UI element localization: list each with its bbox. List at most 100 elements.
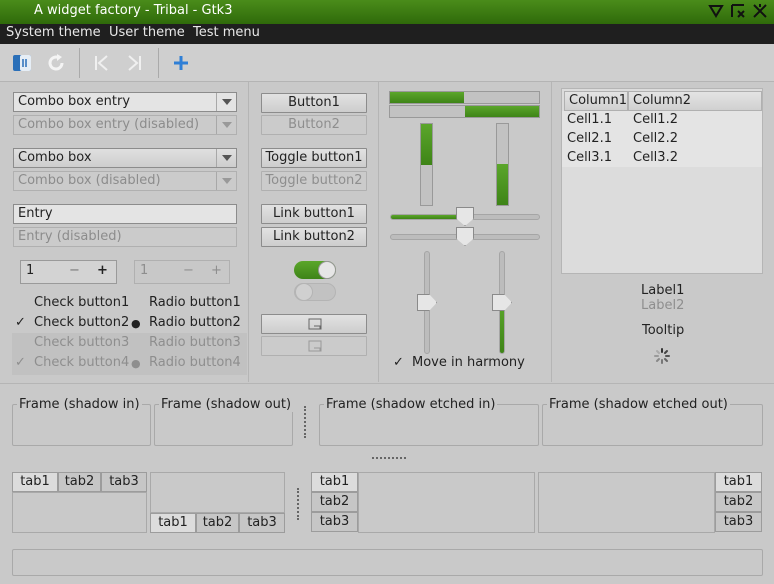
link-button-2[interactable]: Link button2 <box>261 227 367 247</box>
minimize-icon[interactable] <box>708 3 724 19</box>
entry-disabled-text: Entry (disabled) <box>18 229 122 244</box>
notebook1-tab1[interactable]: tab1 <box>12 472 58 492</box>
notebook2-tab3[interactable]: tab3 <box>239 513 285 533</box>
progress-bar-horizontal-2 <box>389 105 540 118</box>
spin-plus-button[interactable]: + <box>97 263 108 278</box>
toolbar-separator <box>158 48 159 78</box>
add-icon[interactable] <box>168 50 194 76</box>
menu-system-theme[interactable]: System theme <box>6 25 101 40</box>
scale-handle[interactable] <box>456 227 474 246</box>
scale-handle[interactable] <box>456 207 474 226</box>
paned-handle-horizontal[interactable] <box>372 457 406 460</box>
notebook4-tab3[interactable]: tab3 <box>715 512 762 532</box>
radio-button-2[interactable]: Radio button2 <box>149 315 241 330</box>
combo-box-entry-disabled-text: Combo box entry (disabled) <box>18 117 200 132</box>
skip-forward-icon[interactable] <box>121 50 147 76</box>
notebook3-panel <box>358 472 535 533</box>
column-divider <box>378 82 379 382</box>
radio-button-3: Radio button3 <box>149 335 241 350</box>
maximize-icon[interactable] <box>730 3 746 19</box>
notebook3-tab2[interactable]: tab2 <box>311 492 358 512</box>
frame-label: Frame (shadow etched out) <box>547 397 730 412</box>
menu-test[interactable]: Test menu <box>193 25 260 40</box>
check-button-3: Check button3 <box>34 335 130 350</box>
file-chooser-button-disabled <box>261 336 367 356</box>
column-header-2[interactable]: Column2 <box>628 91 762 111</box>
progress-fill <box>465 106 539 117</box>
notebook4-tab1[interactable]: tab1 <box>715 472 762 492</box>
column-header-1[interactable]: Column1 <box>564 91 628 111</box>
frame-label: Frame (shadow etched in) <box>324 397 498 412</box>
table-cell[interactable]: Cell3.2 <box>633 150 678 165</box>
title-bar: A widget factory - Tribal - Gtk3 <box>0 0 774 24</box>
combo-box-entry[interactable]: Combo box entry <box>13 92 237 112</box>
column-divider <box>248 82 249 382</box>
progress-fill <box>421 124 432 165</box>
switch-on[interactable] <box>294 261 336 279</box>
table-cell[interactable]: Cell1.2 <box>633 112 678 127</box>
spin-button[interactable]: 1 − + <box>20 260 117 284</box>
progress-fill <box>497 164 508 205</box>
table-cell[interactable]: Cell3.1 <box>567 150 612 165</box>
section-divider <box>0 383 774 384</box>
check-button-1[interactable]: Check button1 <box>34 295 129 310</box>
notebook4-tab2[interactable]: tab2 <box>715 492 762 512</box>
notebook3-tab3[interactable]: tab3 <box>311 512 358 532</box>
close-icon[interactable] <box>752 3 768 19</box>
tree-view[interactable]: Column1 Column2 Cell1.1 Cell1.2 Cell2.1 … <box>561 88 763 274</box>
entry-text: Entry <box>18 206 53 221</box>
combo-box-entry-disabled: Combo box entry (disabled) <box>13 115 237 135</box>
radio-dot-icon: ● <box>131 357 141 370</box>
toggle-button-2: Toggle button2 <box>261 171 367 191</box>
chevron-down-icon[interactable] <box>216 93 236 111</box>
check-button-4: Check button4 <box>34 355 130 370</box>
toolbar <box>0 44 774 82</box>
spinner-icon <box>654 348 670 364</box>
toggle-button-1[interactable]: Toggle button1 <box>261 148 367 168</box>
check-button-2[interactable]: Check button2 <box>34 315 129 330</box>
combo-box[interactable]: Combo box <box>13 148 237 168</box>
scale-handle[interactable] <box>492 294 512 311</box>
progress-bar-vertical-1 <box>420 123 433 206</box>
combo-box-disabled-text: Combo box (disabled) <box>18 173 161 188</box>
scale-handle[interactable] <box>417 294 437 311</box>
file-icon <box>308 340 322 352</box>
entry-field[interactable]: Entry <box>13 204 237 224</box>
table-cell[interactable]: Cell1.1 <box>567 112 612 127</box>
paned-handle-vertical[interactable] <box>297 488 300 520</box>
notebook1-tab2[interactable]: tab2 <box>58 472 101 492</box>
notebook2-tab2[interactable]: tab2 <box>196 513 239 533</box>
table-cell[interactable]: Cell2.1 <box>567 131 612 146</box>
document-icon[interactable] <box>9 50 35 76</box>
menu-user-theme[interactable]: User theme <box>109 25 185 40</box>
chevron-down-icon <box>216 116 236 134</box>
table-cell[interactable]: Cell2.2 <box>633 131 678 146</box>
notebook1-tab3[interactable]: tab3 <box>101 472 147 492</box>
tooltip-label: Tooltip <box>642 323 685 338</box>
button-1[interactable]: Button1 <box>261 93 367 113</box>
skip-backward-icon[interactable] <box>89 50 115 76</box>
move-in-harmony-check[interactable]: Move in harmony <box>412 355 525 370</box>
checkmark-icon: ✓ <box>393 355 404 370</box>
entry-field-disabled: Entry (disabled) <box>13 227 237 247</box>
switch-off-disabled <box>294 283 336 301</box>
file-chooser-button[interactable] <box>261 314 367 334</box>
frame-shadow-out: Frame (shadow out) <box>154 397 294 446</box>
window-title: A widget factory - Tribal - Gtk3 <box>34 3 233 18</box>
menu-bar: System theme User theme Test menu <box>0 24 774 44</box>
chevron-down-icon[interactable] <box>216 149 236 167</box>
refresh-icon[interactable] <box>43 50 69 76</box>
paned-handle-vertical[interactable] <box>304 406 307 438</box>
label-1: Label1 <box>641 283 685 298</box>
notebook3-tab1[interactable]: tab1 <box>311 472 358 492</box>
radio-button-1[interactable]: Radio button1 <box>149 295 241 310</box>
link-button-1[interactable]: Link button1 <box>261 204 367 224</box>
column-divider <box>551 82 552 382</box>
checkmark-icon: ✓ <box>15 315 26 330</box>
spin-minus-button[interactable]: − <box>69 263 80 278</box>
combo-box-disabled: Combo box (disabled) <box>13 171 237 191</box>
file-icon <box>308 318 322 330</box>
spin-minus-button-disabled: − <box>183 263 194 278</box>
notebook4-panel <box>538 472 715 533</box>
notebook2-tab1[interactable]: tab1 <box>150 513 196 533</box>
